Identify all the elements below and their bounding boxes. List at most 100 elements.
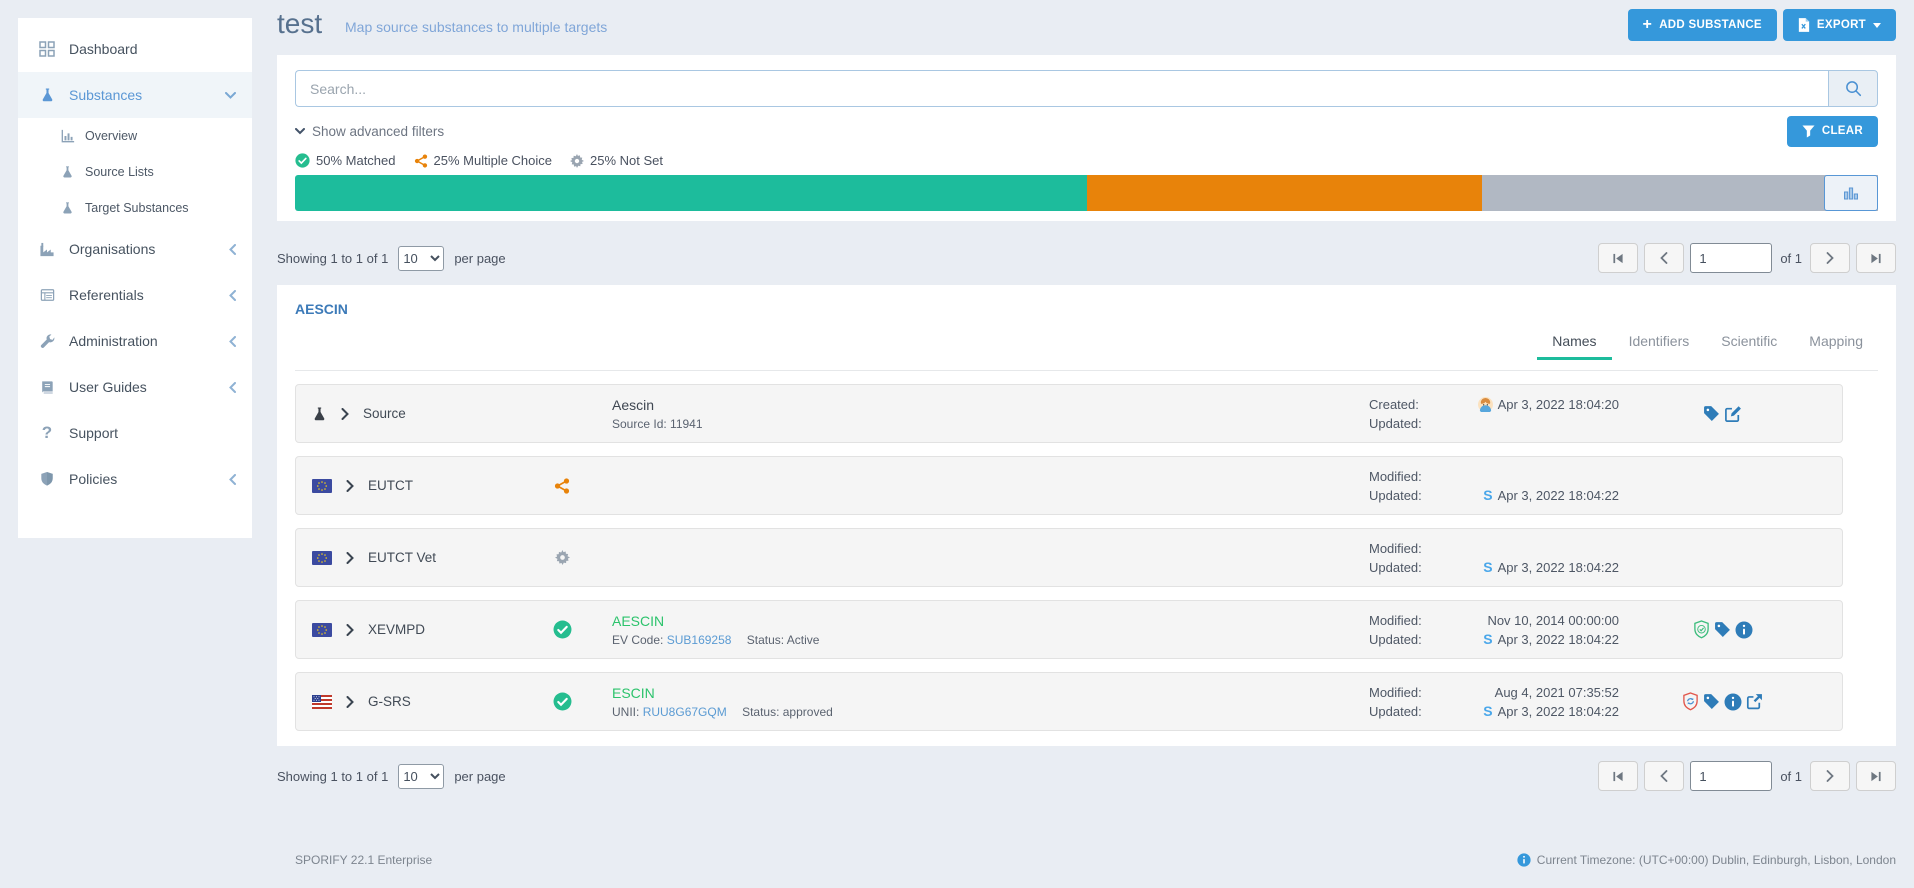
caret-down-icon [1873, 23, 1881, 28]
row-source-label: G-SRS [368, 694, 411, 709]
substance-title: AESCIN [295, 301, 1878, 321]
per-page-label: per page [454, 769, 505, 784]
date-value: Apr 3, 2022 18:04:22 [1498, 702, 1619, 721]
sidebar-item-support[interactable]: ? Support [18, 410, 252, 456]
progress-segment-not-set [1482, 175, 1878, 211]
prev-page-button[interactable] [1644, 761, 1684, 791]
showing-label: Showing 1 to 1 of 1 [277, 769, 388, 784]
add-substance-button[interactable]: + ADD SUBSTANCE [1628, 9, 1777, 41]
search-button[interactable] [1828, 70, 1878, 107]
date-value: Apr 3, 2022 18:04:22 [1498, 558, 1619, 577]
chevron-down-icon [225, 92, 236, 99]
us-flag-icon [312, 695, 332, 709]
share-icon [554, 478, 570, 494]
first-page-button[interactable] [1598, 761, 1638, 791]
gear-icon [555, 550, 570, 565]
tab-mapping[interactable]: Mapping [1794, 329, 1878, 360]
advanced-filters-toggle[interactable]: Show advanced filters [295, 124, 444, 139]
sporify-s-icon: S [1483, 702, 1492, 721]
flask-icon [38, 87, 56, 103]
sidebar-item-policies[interactable]: Policies [18, 456, 252, 502]
sidebar-item-overview[interactable]: Overview [18, 118, 252, 154]
chevron-right-icon[interactable] [346, 624, 354, 636]
detail-link[interactable]: RUU8G67GQM [643, 705, 727, 719]
substance-tabs: Names Identifiers Scientific Mapping [295, 329, 1878, 360]
sidebar-item-dashboard[interactable]: Dashboard [18, 26, 252, 72]
match-progress-bar [295, 175, 1878, 211]
chevron-right-icon[interactable] [346, 552, 354, 564]
flask-icon [60, 165, 75, 179]
external-link-icon[interactable] [1746, 693, 1763, 710]
timezone-label: Current Timezone: (UTC+00:00) Dublin, Ed… [1537, 853, 1896, 867]
row-source-label: EUTCT [368, 478, 413, 493]
factory-icon [38, 242, 56, 257]
date-label: Created: [1369, 395, 1455, 414]
page-number-input[interactable] [1690, 761, 1772, 791]
last-page-button[interactable] [1856, 243, 1896, 273]
first-page-icon [1612, 771, 1624, 782]
chevron-right-icon[interactable] [346, 696, 354, 708]
sidebar-item-source-lists[interactable]: Source Lists [18, 154, 252, 190]
next-page-icon [1826, 770, 1834, 782]
eu-flag-icon [312, 551, 332, 565]
next-page-button[interactable] [1810, 761, 1850, 791]
sidebar-item-administration[interactable]: Administration [18, 318, 252, 364]
tab-names[interactable]: Names [1537, 329, 1611, 360]
sidebar-label: Target Substances [85, 201, 189, 215]
gear-icon [570, 154, 584, 168]
matched-check-icon [553, 620, 572, 639]
legend-label: 25% Not Set [590, 153, 663, 168]
sidebar-item-organisations[interactable]: Organisations [18, 226, 252, 272]
date-label: Updated: [1369, 486, 1455, 505]
date-label: Updated: [1369, 630, 1455, 649]
date-label: Modified: [1369, 683, 1455, 702]
advanced-filters-label: Show advanced filters [312, 124, 444, 139]
chevron-left-icon [229, 290, 236, 301]
info-icon[interactable] [1735, 621, 1753, 639]
main-content: test Map source substances to multiple t… [277, 0, 1896, 867]
sidebar-item-substances[interactable]: Substances [18, 72, 252, 118]
detail-status: Status: Active [747, 633, 820, 647]
table-row-eutct: EUTCT Modified: Updated: [295, 456, 1843, 515]
per-page-select[interactable]: 10 [398, 246, 444, 271]
tag-icon[interactable] [1703, 693, 1720, 710]
plus-icon: + [1643, 17, 1653, 33]
user-avatar-icon [1478, 397, 1493, 412]
next-page-button[interactable] [1810, 243, 1850, 273]
per-page-select[interactable]: 10 [398, 764, 444, 789]
chevron-right-icon[interactable] [346, 480, 354, 492]
search-input[interactable] [295, 70, 1828, 107]
last-page-button[interactable] [1856, 761, 1896, 791]
date-value: Apr 3, 2022 18:04:22 [1498, 486, 1619, 505]
export-label: EXPORT [1817, 19, 1866, 31]
shield-check-icon[interactable] [1693, 620, 1710, 639]
sidebar-item-user-guides[interactable]: User Guides [18, 364, 252, 410]
sidebar-label: Administration [69, 333, 216, 349]
tag-icon[interactable] [1714, 621, 1731, 638]
export-button[interactable]: EXPORT [1783, 9, 1896, 41]
flask-icon [312, 406, 327, 422]
sidebar-label: Policies [69, 471, 216, 487]
tab-identifiers[interactable]: Identifiers [1614, 329, 1705, 360]
chevron-right-icon[interactable] [341, 408, 349, 420]
page-number-input[interactable] [1690, 243, 1772, 273]
clear-filters-button[interactable]: CLEAR [1787, 116, 1878, 147]
filter-panel: Show advanced filters CLEAR 50% Matched [277, 55, 1896, 221]
date-label: Modified: [1369, 467, 1455, 486]
tag-icon[interactable] [1703, 405, 1720, 422]
last-page-icon [1870, 253, 1882, 264]
sidebar-item-target-substances[interactable]: Target Substances [18, 190, 252, 226]
detail-link[interactable]: SUB169258 [667, 633, 732, 647]
sidebar-item-referentials[interactable]: Referentials [18, 272, 252, 318]
shield-sync-icon[interactable] [1682, 692, 1699, 711]
edit-icon[interactable] [1724, 405, 1742, 423]
legend-label: 25% Multiple Choice [434, 153, 553, 168]
prev-page-button[interactable] [1644, 243, 1684, 273]
tab-scientific[interactable]: Scientific [1706, 329, 1792, 360]
legend-multiple-choice: 25% Multiple Choice [414, 153, 553, 168]
substance-name: Aescin [612, 396, 1369, 414]
info-icon[interactable] [1724, 693, 1742, 711]
check-circle-icon [295, 153, 310, 168]
chart-toggle-button[interactable] [1824, 175, 1878, 211]
first-page-button[interactable] [1598, 243, 1638, 273]
